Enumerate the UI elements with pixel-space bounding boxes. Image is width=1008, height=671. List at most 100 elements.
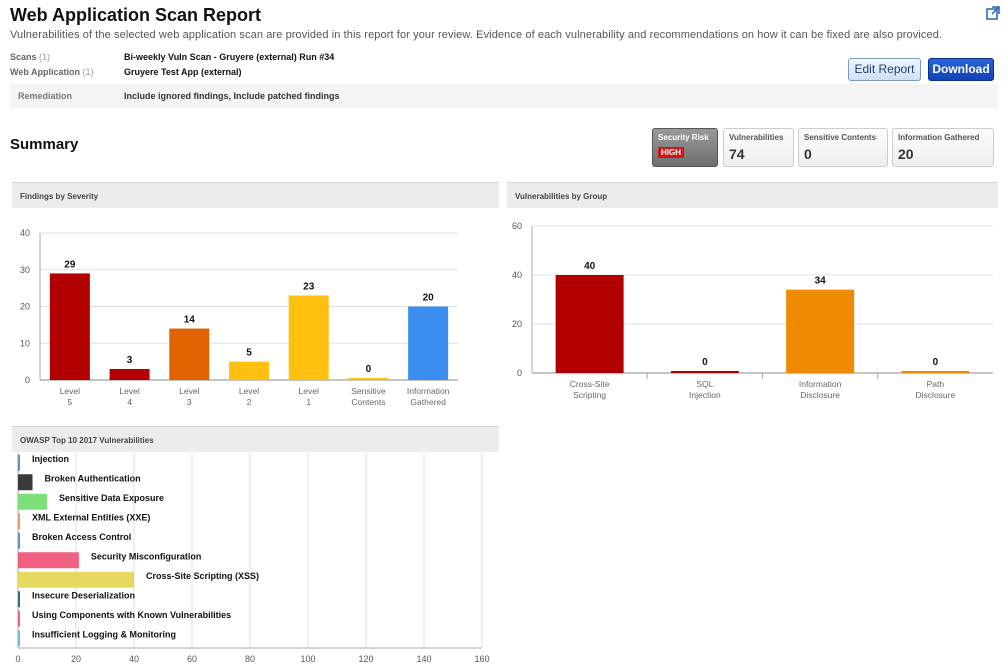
- owasp-top10-header: OWASP Top 10 2017 Vulnerabilities: [12, 426, 499, 452]
- category-label: Security Misconfiguration: [91, 551, 202, 561]
- vulnerabilities-label: Vulnerabilities: [729, 133, 784, 142]
- x-tick-label: 0: [15, 654, 20, 664]
- scans-label: Scans (1): [10, 52, 51, 62]
- y-tick-label: 30: [20, 265, 30, 275]
- category-label: XML External Entities (XXE): [32, 512, 150, 522]
- bar: [408, 306, 449, 380]
- x-tick-label: 1: [306, 397, 311, 407]
- findings-by-severity-header: Findings by Severity: [12, 182, 499, 208]
- owasp-top10-chart: 0 20 40 60 80 100 120 140 160 Injection Broken Aut…: [15, 453, 490, 664]
- information-gathered-label: Information Gathered: [898, 133, 980, 142]
- bar: [288, 295, 329, 380]
- x-tick-label: Level: [239, 386, 259, 396]
- bar: [18, 552, 79, 569]
- bar: [18, 454, 20, 471]
- data-label: 34: [815, 276, 827, 287]
- x-tick-label: 5: [67, 397, 72, 407]
- bar: [670, 371, 739, 373]
- y-tick-label: 0: [25, 375, 30, 385]
- x-tick-label: Information: [799, 379, 842, 389]
- x-tick-label: 160: [474, 654, 489, 664]
- open-external-icon[interactable]: [986, 6, 1000, 20]
- information-gathered-count: 20: [898, 146, 914, 162]
- remediation-bar: Remediation Include ignored findings, In…: [10, 84, 998, 108]
- data-label: 23: [303, 281, 315, 292]
- sensitive-contents-label: Sensitive Contents: [804, 133, 877, 142]
- category-label: Insufficient Logging & Monitoring: [32, 629, 176, 639]
- web-application-value: Gruyere Test App (external): [124, 67, 242, 77]
- x-tick-label: 120: [358, 654, 373, 664]
- bar: [348, 378, 389, 380]
- y-tick-label: 40: [512, 270, 522, 280]
- information-gathered-card: Information Gathered 20: [892, 128, 994, 167]
- security-risk-label: Security Risk: [658, 133, 709, 142]
- y-tick-label: 10: [20, 338, 30, 348]
- summary-heading: Summary: [10, 136, 79, 153]
- x-tick-label: 140: [416, 654, 431, 664]
- security-risk-card: Security Risk HIGH: [652, 128, 718, 167]
- bar: [229, 361, 269, 380]
- vulnerabilities-card: Vulnerabilities 74: [723, 128, 794, 167]
- bar: [18, 474, 33, 491]
- bar: [555, 275, 624, 373]
- x-tick-label: 4: [127, 397, 132, 407]
- x-tick-label: 60: [187, 654, 197, 664]
- bar: [901, 371, 970, 373]
- x-tick-label: 40: [129, 654, 139, 664]
- x-tick-label: Cross-Site: [570, 379, 610, 389]
- x-tick-label: Contents: [351, 397, 385, 407]
- category-label: Broken Authentication: [45, 473, 141, 483]
- web-application-label: Web Application (1): [10, 67, 94, 77]
- category-label: Using Components with Known Vulnerabilit…: [32, 610, 231, 620]
- data-label: 0: [366, 364, 372, 375]
- category-label: Broken Access Control: [32, 532, 131, 542]
- data-label: 3: [127, 355, 133, 366]
- y-tick-label: 60: [512, 221, 522, 231]
- bar: [786, 289, 855, 373]
- category-label: Cross-Site Scripting (XSS): [146, 571, 259, 581]
- x-tick-label: Disclosure: [916, 390, 956, 400]
- bar: [18, 493, 47, 510]
- data-label: 0: [702, 357, 708, 368]
- download-button[interactable]: Download: [928, 58, 994, 81]
- security-risk-badge: HIGH: [658, 147, 684, 158]
- data-label: 14: [184, 315, 196, 326]
- findings-by-severity-chart: 01020304029Level53Level414Level35Level22…: [20, 228, 458, 407]
- y-tick-label: 40: [20, 228, 30, 238]
- x-tick-label: 2: [247, 397, 252, 407]
- bar: [109, 368, 150, 380]
- bar: [169, 328, 210, 380]
- x-tick-label: 80: [245, 654, 255, 664]
- data-label: 5: [246, 348, 252, 359]
- y-tick-label: 20: [512, 319, 522, 329]
- x-tick-label: 20: [71, 654, 81, 664]
- data-label: 0: [933, 357, 939, 368]
- bar: [49, 273, 90, 380]
- data-label: 20: [423, 293, 435, 304]
- vulnerabilities-by-group-header: Vulnerabilities by Group: [507, 182, 998, 208]
- x-tick-label: Scripting: [573, 390, 606, 400]
- category-label: Sensitive Data Exposure: [59, 493, 164, 503]
- x-tick-label: Disclosure: [800, 390, 840, 400]
- scans-value: Bi-weekly Vuln Scan - Gruyere (external)…: [124, 52, 335, 62]
- x-tick-label: 100: [300, 654, 315, 664]
- bar: [18, 610, 20, 627]
- x-tick-label: 3: [187, 397, 192, 407]
- x-tick-label: Level: [60, 386, 80, 396]
- x-tick-label: Level: [179, 386, 199, 396]
- category-label: Insecure Deserialization: [32, 590, 135, 600]
- x-tick-label: Information: [407, 386, 450, 396]
- edit-report-button[interactable]: Edit Report: [848, 58, 921, 81]
- x-tick-label: Injection: [689, 390, 721, 400]
- x-tick-label: Path: [927, 379, 945, 389]
- bar: [18, 571, 134, 588]
- bar: [18, 513, 20, 530]
- x-tick-label: Sensitive: [351, 386, 386, 396]
- remediation-label: Remediation: [18, 91, 73, 101]
- y-tick-label: 0: [517, 368, 522, 378]
- page-title: Web Application Scan Report: [10, 5, 262, 25]
- bar: [18, 591, 20, 608]
- bar: [18, 532, 20, 549]
- x-tick-label: SQL: [696, 379, 713, 389]
- remediation-value: Include ignored findings, Include patche…: [124, 91, 340, 101]
